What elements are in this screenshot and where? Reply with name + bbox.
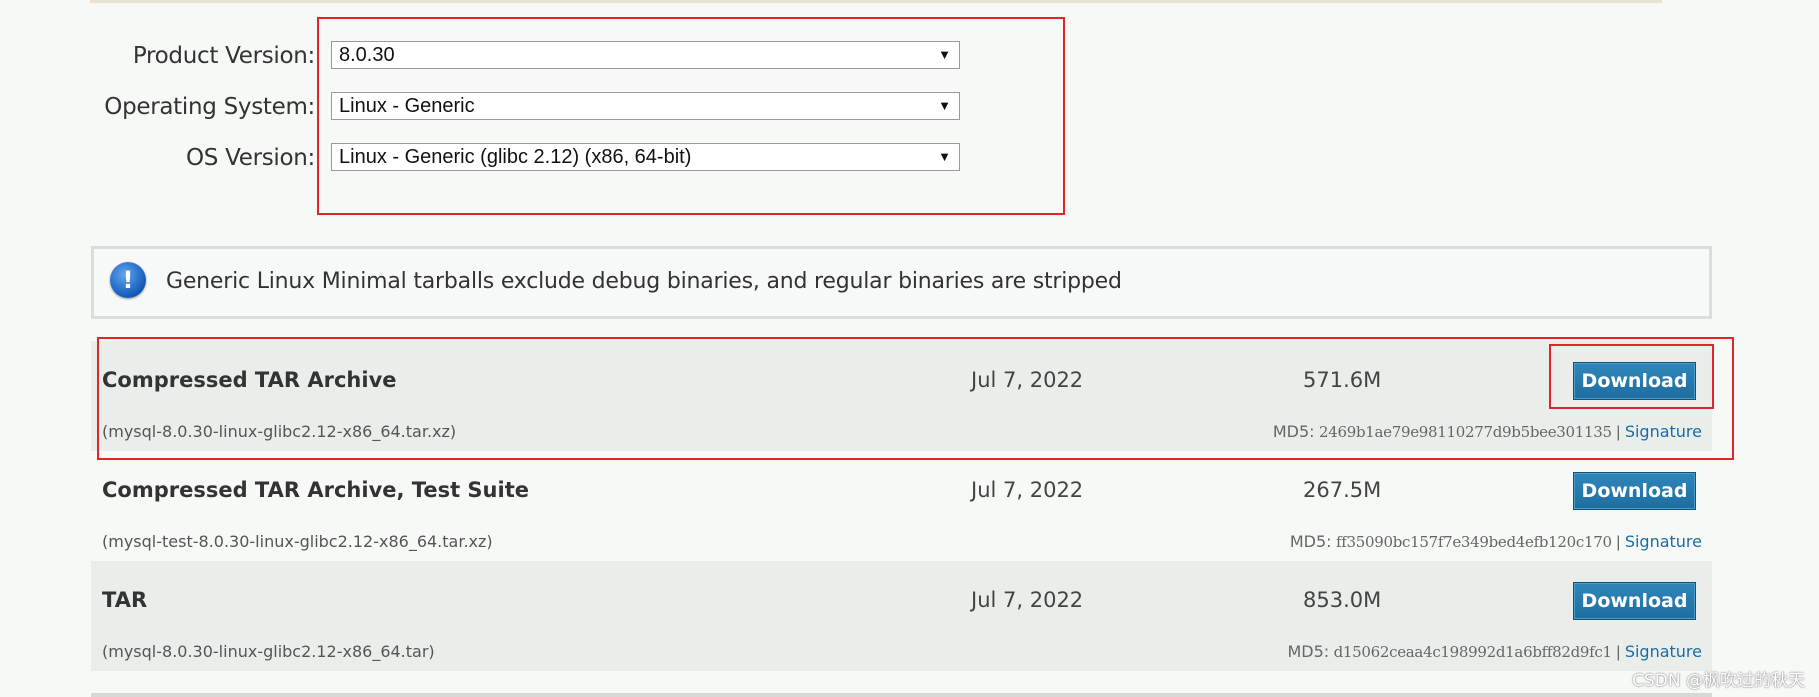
download-button[interactable]: Download bbox=[1573, 582, 1696, 620]
md5-checksum: ff35090bc157f7e349bed4efb120c170 bbox=[1335, 533, 1612, 551]
separator: | bbox=[1616, 534, 1621, 551]
notice-banner: ! Generic Linux Minimal tarballs exclude… bbox=[91, 246, 1712, 319]
signature-link[interactable]: Signature bbox=[1625, 532, 1702, 551]
download-button-highlight-box bbox=[1549, 344, 1714, 409]
md5-info: MD5: ff35090bc157f7e349bed4efb120c170 | … bbox=[1290, 532, 1702, 552]
os-version-label: OS Version: bbox=[185, 145, 315, 171]
row-highlight-box bbox=[97, 337, 1734, 460]
package-filename: (mysql-test-8.0.30-linux-glibc2.12-x86_6… bbox=[102, 532, 493, 551]
download-row: Compressed TAR Archive, Test Suite (mysq… bbox=[91, 451, 1712, 561]
release-date: Jul 7, 2022 bbox=[971, 588, 1084, 612]
separator: | bbox=[1616, 644, 1621, 661]
md5-label: MD5: bbox=[1287, 642, 1330, 661]
top-divider bbox=[90, 0, 1662, 3]
operating-system-label: Operating System: bbox=[104, 94, 315, 120]
download-button[interactable]: Download bbox=[1573, 472, 1696, 510]
product-version-label: Product Version: bbox=[132, 43, 315, 69]
signature-link[interactable]: Signature bbox=[1625, 642, 1702, 661]
file-size: 267.5M bbox=[1303, 478, 1382, 502]
bottom-divider bbox=[91, 693, 1712, 697]
package-name: TAR bbox=[102, 588, 148, 612]
download-row: TAR (mysql-8.0.30-linux-glibc2.12-x86_64… bbox=[91, 561, 1712, 671]
md5-label: MD5: bbox=[1289, 532, 1332, 551]
release-date: Jul 7, 2022 bbox=[971, 478, 1084, 502]
package-name: Compressed TAR Archive, Test Suite bbox=[102, 478, 529, 502]
file-size: 853.0M bbox=[1303, 588, 1382, 612]
md5-checksum: d15062ceaa4c198992d1a6bff82d9fc1 bbox=[1333, 643, 1612, 661]
filters-highlight-box bbox=[317, 17, 1065, 215]
package-filename: (mysql-8.0.30-linux-glibc2.12-x86_64.tar… bbox=[102, 642, 435, 661]
watermark: CSDN @枫吹过的秋天 bbox=[1632, 671, 1805, 691]
notice-text: Generic Linux Minimal tarballs exclude d… bbox=[166, 269, 1122, 294]
info-exclamation-icon: ! bbox=[110, 262, 146, 298]
md5-info: MD5: d15062ceaa4c198992d1a6bff82d9fc1 | … bbox=[1287, 642, 1702, 662]
